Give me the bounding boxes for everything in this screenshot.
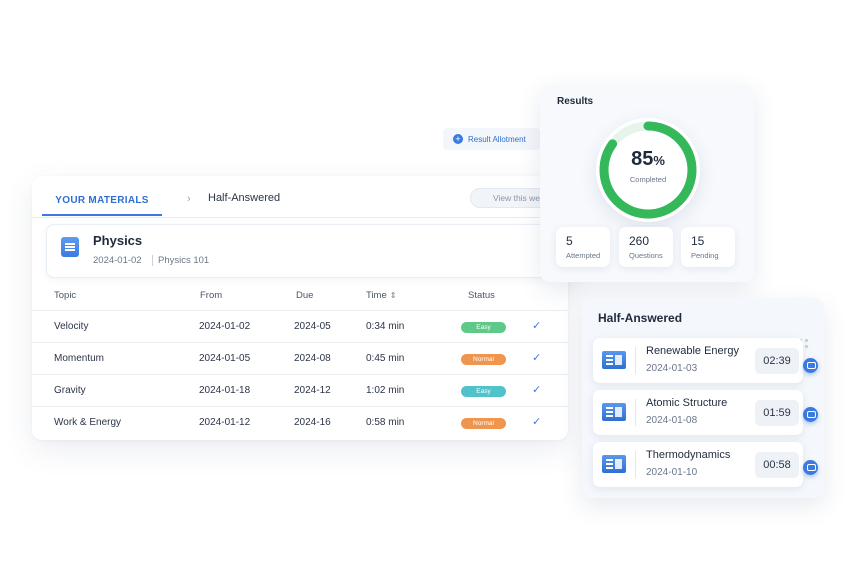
completion-gauge: 85% Completed — [596, 118, 700, 222]
table-row[interactable]: Gravity 2024-01-18 2024-12 1:02 min Easy… — [32, 374, 568, 406]
divider — [152, 255, 153, 266]
row-time: 1:02 min — [366, 385, 405, 396]
stat-label: Pending — [691, 251, 719, 260]
check-icon[interactable]: ✓ — [532, 319, 541, 332]
column-header-time-label: Time — [366, 290, 387, 301]
plus-circle-icon: + — [453, 134, 463, 144]
column-header-topic[interactable]: Topic — [54, 290, 76, 301]
result-allotment-label: Result Allotment — [468, 134, 526, 144]
row-topic: Work & Energy — [54, 417, 122, 428]
chevron-right-icon: › — [187, 193, 191, 205]
item-date: 2024-01-08 — [646, 415, 698, 426]
status-badge: Easy — [461, 322, 506, 333]
completed-label: Completed — [629, 175, 667, 184]
course-title: Physics — [93, 233, 143, 248]
status-badge: Normal — [461, 418, 506, 429]
half-answered-item[interactable]: Thermodynamics 2024-01-10 00:58 — [593, 442, 803, 487]
results-title: Results — [557, 96, 594, 107]
row-topic: Velocity — [54, 321, 89, 332]
column-header-time[interactable]: Time ⇕ — [366, 290, 396, 301]
percent-value: 85% — [596, 148, 700, 171]
table-header: Topic From Due Time ⇕ Status — [32, 286, 568, 308]
row-from: 2024-01-18 — [199, 385, 251, 396]
comment-icon[interactable] — [803, 460, 818, 475]
row-due: 2024-16 — [294, 417, 331, 428]
check-icon[interactable]: ✓ — [532, 415, 541, 428]
materials-tab-bar: YOUR MATERIALS › Half-Answered View this… — [32, 176, 572, 218]
row-due: 2024-08 — [294, 353, 331, 364]
half-answered-item[interactable]: Atomic Structure 2024-01-08 01:59 — [593, 390, 803, 435]
item-name: Renewable Energy — [646, 345, 739, 357]
stat-value: 260 — [629, 234, 650, 248]
half-answered-title: Half-Answered — [598, 311, 683, 325]
check-icon[interactable]: ✓ — [532, 351, 541, 364]
tab-your-materials[interactable]: YOUR MATERIALS — [42, 186, 162, 216]
divider — [635, 451, 636, 478]
divider — [635, 347, 636, 374]
tab-half-answered[interactable]: Half-Answered — [208, 192, 280, 204]
row-from: 2024-01-12 — [199, 417, 251, 428]
materials-panel: YOUR MATERIALS › Half-Answered View this… — [32, 176, 572, 440]
row-time: 0:45 min — [366, 353, 405, 364]
item-date: 2024-01-03 — [646, 363, 698, 374]
result-allotment-button[interactable]: + Result Allotment — [443, 128, 540, 150]
table-row[interactable]: Velocity 2024-01-02 2024-05 0:34 min Eas… — [32, 310, 568, 342]
results-panel: Results 85% Completed 5 Attempted 260 Qu… — [540, 84, 754, 282]
book-icon — [602, 455, 626, 473]
row-from: 2024-01-05 — [199, 353, 251, 364]
stat-pending: 15 Pending — [681, 227, 735, 267]
comment-icon[interactable] — [803, 358, 818, 373]
item-name: Atomic Structure — [646, 397, 728, 409]
column-header-status[interactable]: Status — [468, 290, 495, 301]
item-name: Thermodynamics — [646, 449, 731, 461]
book-icon — [602, 403, 626, 421]
stat-value: 5 — [566, 234, 573, 248]
half-answered-item[interactable]: Renewable Energy 2024-01-03 02:39 — [593, 338, 803, 383]
stat-value: 15 — [691, 234, 705, 248]
stat-label: Attempted — [566, 251, 601, 260]
item-date: 2024-01-10 — [646, 467, 698, 478]
stat-attempted: 5 Attempted — [556, 227, 610, 267]
item-time: 00:58 — [755, 452, 799, 478]
document-icon — [61, 237, 79, 257]
column-header-from[interactable]: From — [200, 290, 222, 301]
course-card[interactable]: Physics 2024-01-02 Physics 101 — [46, 224, 554, 278]
comment-icon[interactable] — [803, 407, 818, 422]
sort-icon[interactable]: ⇕ — [390, 291, 397, 300]
status-badge: Easy — [461, 386, 506, 397]
row-time: 0:58 min — [366, 417, 405, 428]
check-icon[interactable]: ✓ — [532, 383, 541, 396]
percent-sign: % — [653, 153, 665, 168]
row-due: 2024-05 — [294, 321, 331, 332]
course-date: 2024-01-02 — [93, 255, 142, 266]
item-time: 01:59 — [755, 400, 799, 426]
dashboard-stage: YOUR MATERIALS › Half-Answered View this… — [0, 0, 844, 569]
item-time: 02:39 — [755, 348, 799, 374]
column-header-due[interactable]: Due — [296, 290, 313, 301]
course-code: Physics 101 — [158, 255, 210, 266]
row-from: 2024-01-02 — [199, 321, 251, 332]
divider — [635, 399, 636, 426]
stat-questions: 260 Questions — [619, 227, 673, 267]
row-due: 2024-12 — [294, 385, 331, 396]
half-answered-panel: Half-Answered Renewable Energy 2024-01-0… — [582, 298, 824, 498]
percent-number: 85 — [631, 148, 654, 170]
table-row[interactable]: Work & Energy 2024-01-12 2024-16 0:58 mi… — [32, 406, 568, 438]
stat-label: Questions — [629, 251, 663, 260]
row-topic: Momentum — [54, 353, 105, 364]
status-badge: Normal — [461, 354, 506, 365]
row-time: 0:34 min — [366, 321, 405, 332]
row-topic: Gravity — [54, 385, 86, 396]
book-icon — [602, 351, 626, 369]
table-row[interactable]: Momentum 2024-01-05 2024-08 0:45 min Nor… — [32, 342, 568, 374]
